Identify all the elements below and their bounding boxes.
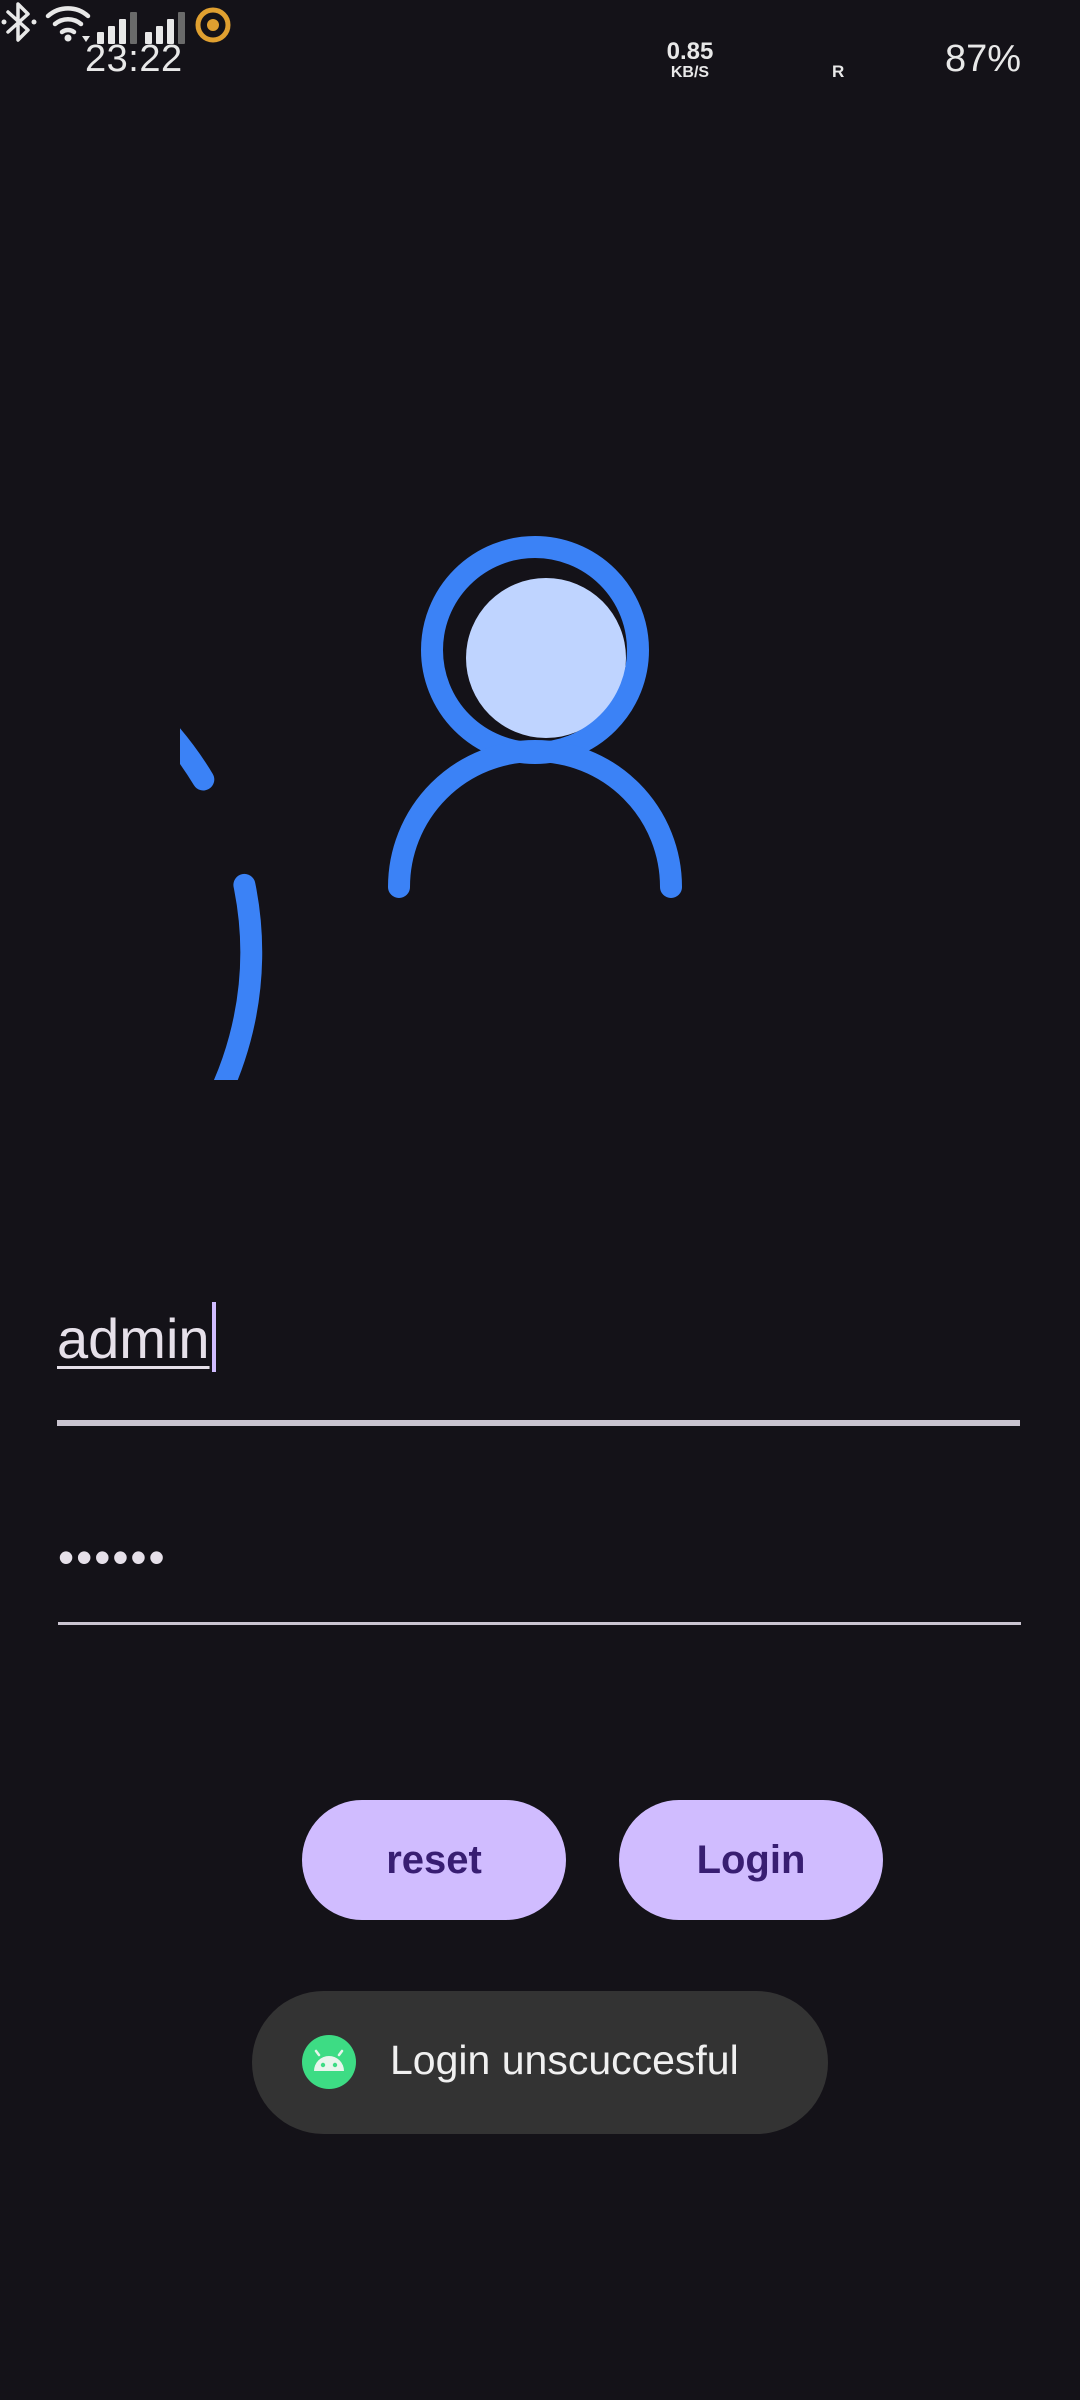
password-underline — [58, 1622, 1021, 1625]
network-speed-value: 0.85 — [666, 38, 714, 65]
account-circle-icon — [180, 536, 682, 1080]
username-underline — [57, 1420, 1020, 1426]
avatar-shoulders — [388, 740, 682, 898]
status-bar: 23:22 0.85 KB/S R 87% — [0, 0, 1080, 120]
network-speed-unit: KB/S — [670, 64, 710, 81]
android-icon — [302, 2035, 356, 2089]
status-time: 23:22 — [85, 38, 183, 80]
text-cursor — [211, 1302, 216, 1372]
reset-button[interactable]: reset — [302, 1800, 566, 1920]
password-value[interactable]: •••••• — [58, 1530, 167, 1584]
avatar-ring — [180, 728, 263, 1080]
username-value[interactable]: admin — [57, 1302, 216, 1372]
toast-message: Login unscuccesful — [252, 1991, 828, 2134]
login-button[interactable]: Login — [619, 1800, 883, 1920]
username-input[interactable]: admin — [57, 1290, 1020, 1430]
username-text[interactable]: admin — [57, 1307, 210, 1370]
password-input[interactable]: •••••• — [58, 1520, 1021, 1630]
battery-percent: 87% — [945, 38, 1022, 80]
battery-saver-icon — [195, 7, 231, 43]
bluetooth-icon — [1, 2, 37, 42]
roaming-indicator: R — [832, 62, 845, 81]
toast-text: Login unscuccesful — [390, 2037, 739, 2083]
login-screen: 23:22 0.85 KB/S R 87% admin •••••• reset… — [0, 0, 1080, 2400]
network-speed: 0.85 KB/S — [662, 40, 718, 81]
